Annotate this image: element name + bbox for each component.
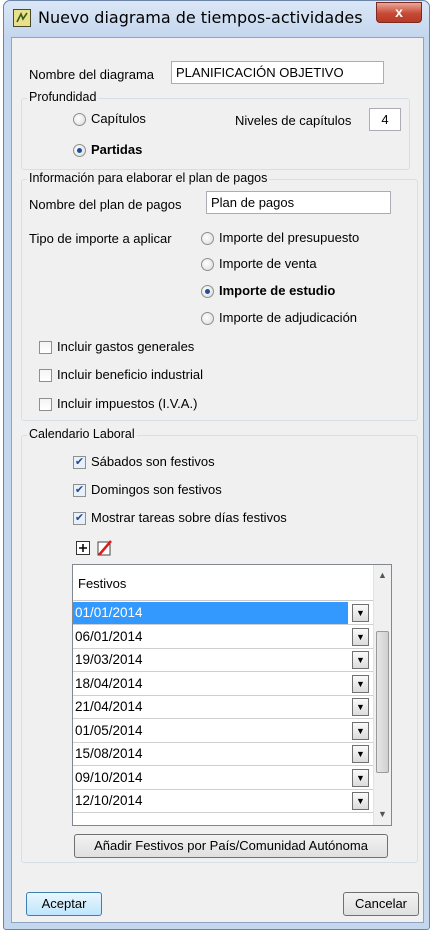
date-dropdown-icon[interactable]: ▼: [352, 674, 369, 693]
amount-option-label: Importe del presupuesto: [219, 230, 360, 245]
depth-group: [21, 98, 410, 170]
holiday-date[interactable]: 06/01/2014: [73, 626, 348, 648]
show-tasks-on-holidays-label: Mostrar tareas sobre días festivos: [91, 510, 287, 525]
add-row-icon[interactable]: [75, 540, 91, 556]
window-title: Nuevo diagrama de tiempos-actividades: [38, 8, 363, 27]
date-dropdown-icon[interactable]: ▼: [352, 745, 369, 763]
include-profit-checkbox[interactable]: [39, 369, 52, 382]
dialog-window: Nuevo diagrama de tiempos-actividades x …: [3, 0, 430, 930]
holiday-date[interactable]: 18/04/2014: [73, 673, 348, 695]
include-tax-checkbox[interactable]: [39, 398, 52, 411]
partidas-label: Partidas: [91, 142, 143, 157]
chapters-radio[interactable]: [73, 113, 86, 126]
include-tax-label: Incluir impuestos (I.V.A.): [57, 396, 198, 411]
holiday-date[interactable]: 21/04/2014: [73, 696, 348, 718]
date-dropdown-icon[interactable]: ▼: [352, 604, 369, 622]
date-dropdown-icon[interactable]: ▼: [352, 721, 369, 740]
sundays-label: Domingos son festivos: [91, 482, 222, 497]
holidays-scrollbar[interactable]: ▲ ▼: [373, 565, 391, 825]
amount-option-radio[interactable]: [201, 232, 214, 245]
title-bar[interactable]: Nuevo diagrama de tiempos-actividades x: [4, 1, 429, 37]
saturdays-label: Sábados son festivos: [91, 454, 215, 469]
holiday-row[interactable]: 12/10/2014 ▼: [73, 790, 373, 813]
scroll-thumb[interactable]: [376, 631, 389, 773]
date-dropdown-icon[interactable]: ▼: [352, 792, 369, 810]
holiday-row[interactable]: 01/01/2014 ▼: [73, 602, 373, 625]
amount-type-label: Tipo de importe a aplicar: [29, 231, 172, 246]
include-overhead-checkbox[interactable]: [39, 341, 52, 354]
holiday-row[interactable]: 15/08/2014 ▼: [73, 743, 373, 766]
plan-name-label: Nombre del plan de pagos: [29, 197, 182, 212]
include-profit-label: Incluir beneficio industrial: [57, 367, 203, 382]
scroll-up-icon[interactable]: ▲: [374, 567, 391, 584]
chapters-label: Capítulos: [91, 111, 146, 126]
show-tasks-on-holidays-checkbox[interactable]: ✔: [73, 512, 86, 525]
diagram-name-label: Nombre del diagrama: [29, 67, 155, 82]
holiday-row[interactable]: 21/04/2014 ▼: [73, 696, 373, 719]
scroll-down-icon[interactable]: ▼: [374, 806, 391, 823]
holiday-row[interactable]: 09/10/2014 ▼: [73, 767, 373, 790]
holiday-date[interactable]: 15/08/2014: [73, 743, 348, 765]
payment-group: [21, 179, 418, 421]
dialog-client: Nombre del diagrama PLANIFICACIÓN OBJETI…: [11, 37, 424, 923]
amount-option-label: Importe de estudio: [219, 283, 336, 298]
levels-label: Niveles de capítulos: [235, 113, 352, 128]
amount-option-label: Importe de adjudicación: [219, 310, 358, 325]
amount-option-radio[interactable]: [201, 285, 214, 298]
app-icon: [13, 9, 31, 27]
cancel-button[interactable]: Cancelar: [343, 892, 419, 916]
include-overhead-label: Incluir gastos generales: [57, 339, 195, 354]
holidays-column-header[interactable]: Festivos: [73, 565, 373, 601]
levels-input[interactable]: 4: [369, 108, 401, 131]
date-dropdown-icon[interactable]: ▼: [352, 768, 369, 787]
holiday-date[interactable]: 19/03/2014: [73, 649, 348, 671]
plan-name-input[interactable]: Plan de pagos: [206, 191, 391, 214]
depth-group-label: Profundidad: [27, 90, 99, 104]
close-button[interactable]: x: [376, 2, 422, 23]
delete-row-icon[interactable]: [96, 539, 112, 556]
partidas-radio[interactable]: [73, 144, 86, 157]
amount-option-label: Importe de venta: [219, 256, 317, 271]
date-dropdown-icon[interactable]: ▼: [352, 651, 369, 669]
holiday-date[interactable]: 09/10/2014: [73, 767, 348, 789]
accept-button[interactable]: Aceptar: [26, 892, 102, 916]
calendar-group-label: Calendario Laboral: [27, 427, 137, 441]
payment-group-label: Información para elaborar el plan de pag…: [27, 171, 270, 185]
add-holidays-by-region-button[interactable]: Añadir Festivos por País/Comunidad Autón…: [74, 834, 388, 858]
diagram-name-input[interactable]: PLANIFICACIÓN OBJETIVO: [171, 61, 384, 84]
date-dropdown-icon[interactable]: ▼: [352, 698, 369, 716]
holiday-row[interactable]: 06/01/2014 ▼: [73, 626, 373, 649]
holiday-date[interactable]: 12/10/2014: [73, 790, 348, 812]
holiday-date[interactable]: 01/01/2014: [73, 602, 348, 624]
sundays-checkbox[interactable]: ✔: [73, 484, 86, 497]
holiday-row[interactable]: 18/04/2014 ▼: [73, 673, 373, 696]
date-dropdown-icon[interactable]: ▼: [352, 627, 369, 646]
amount-option-radio[interactable]: [201, 258, 214, 271]
holidays-grid[interactable]: Festivos 01/01/2014 ▼ 06/01/2014 ▼ 19/03/201…: [72, 564, 392, 826]
holiday-date[interactable]: 01/05/2014: [73, 720, 348, 742]
amount-option-radio[interactable]: [201, 312, 214, 325]
saturdays-checkbox[interactable]: ✔: [73, 456, 86, 469]
holiday-row[interactable]: 01/05/2014 ▼: [73, 720, 373, 743]
holiday-row[interactable]: 19/03/2014 ▼: [73, 649, 373, 672]
